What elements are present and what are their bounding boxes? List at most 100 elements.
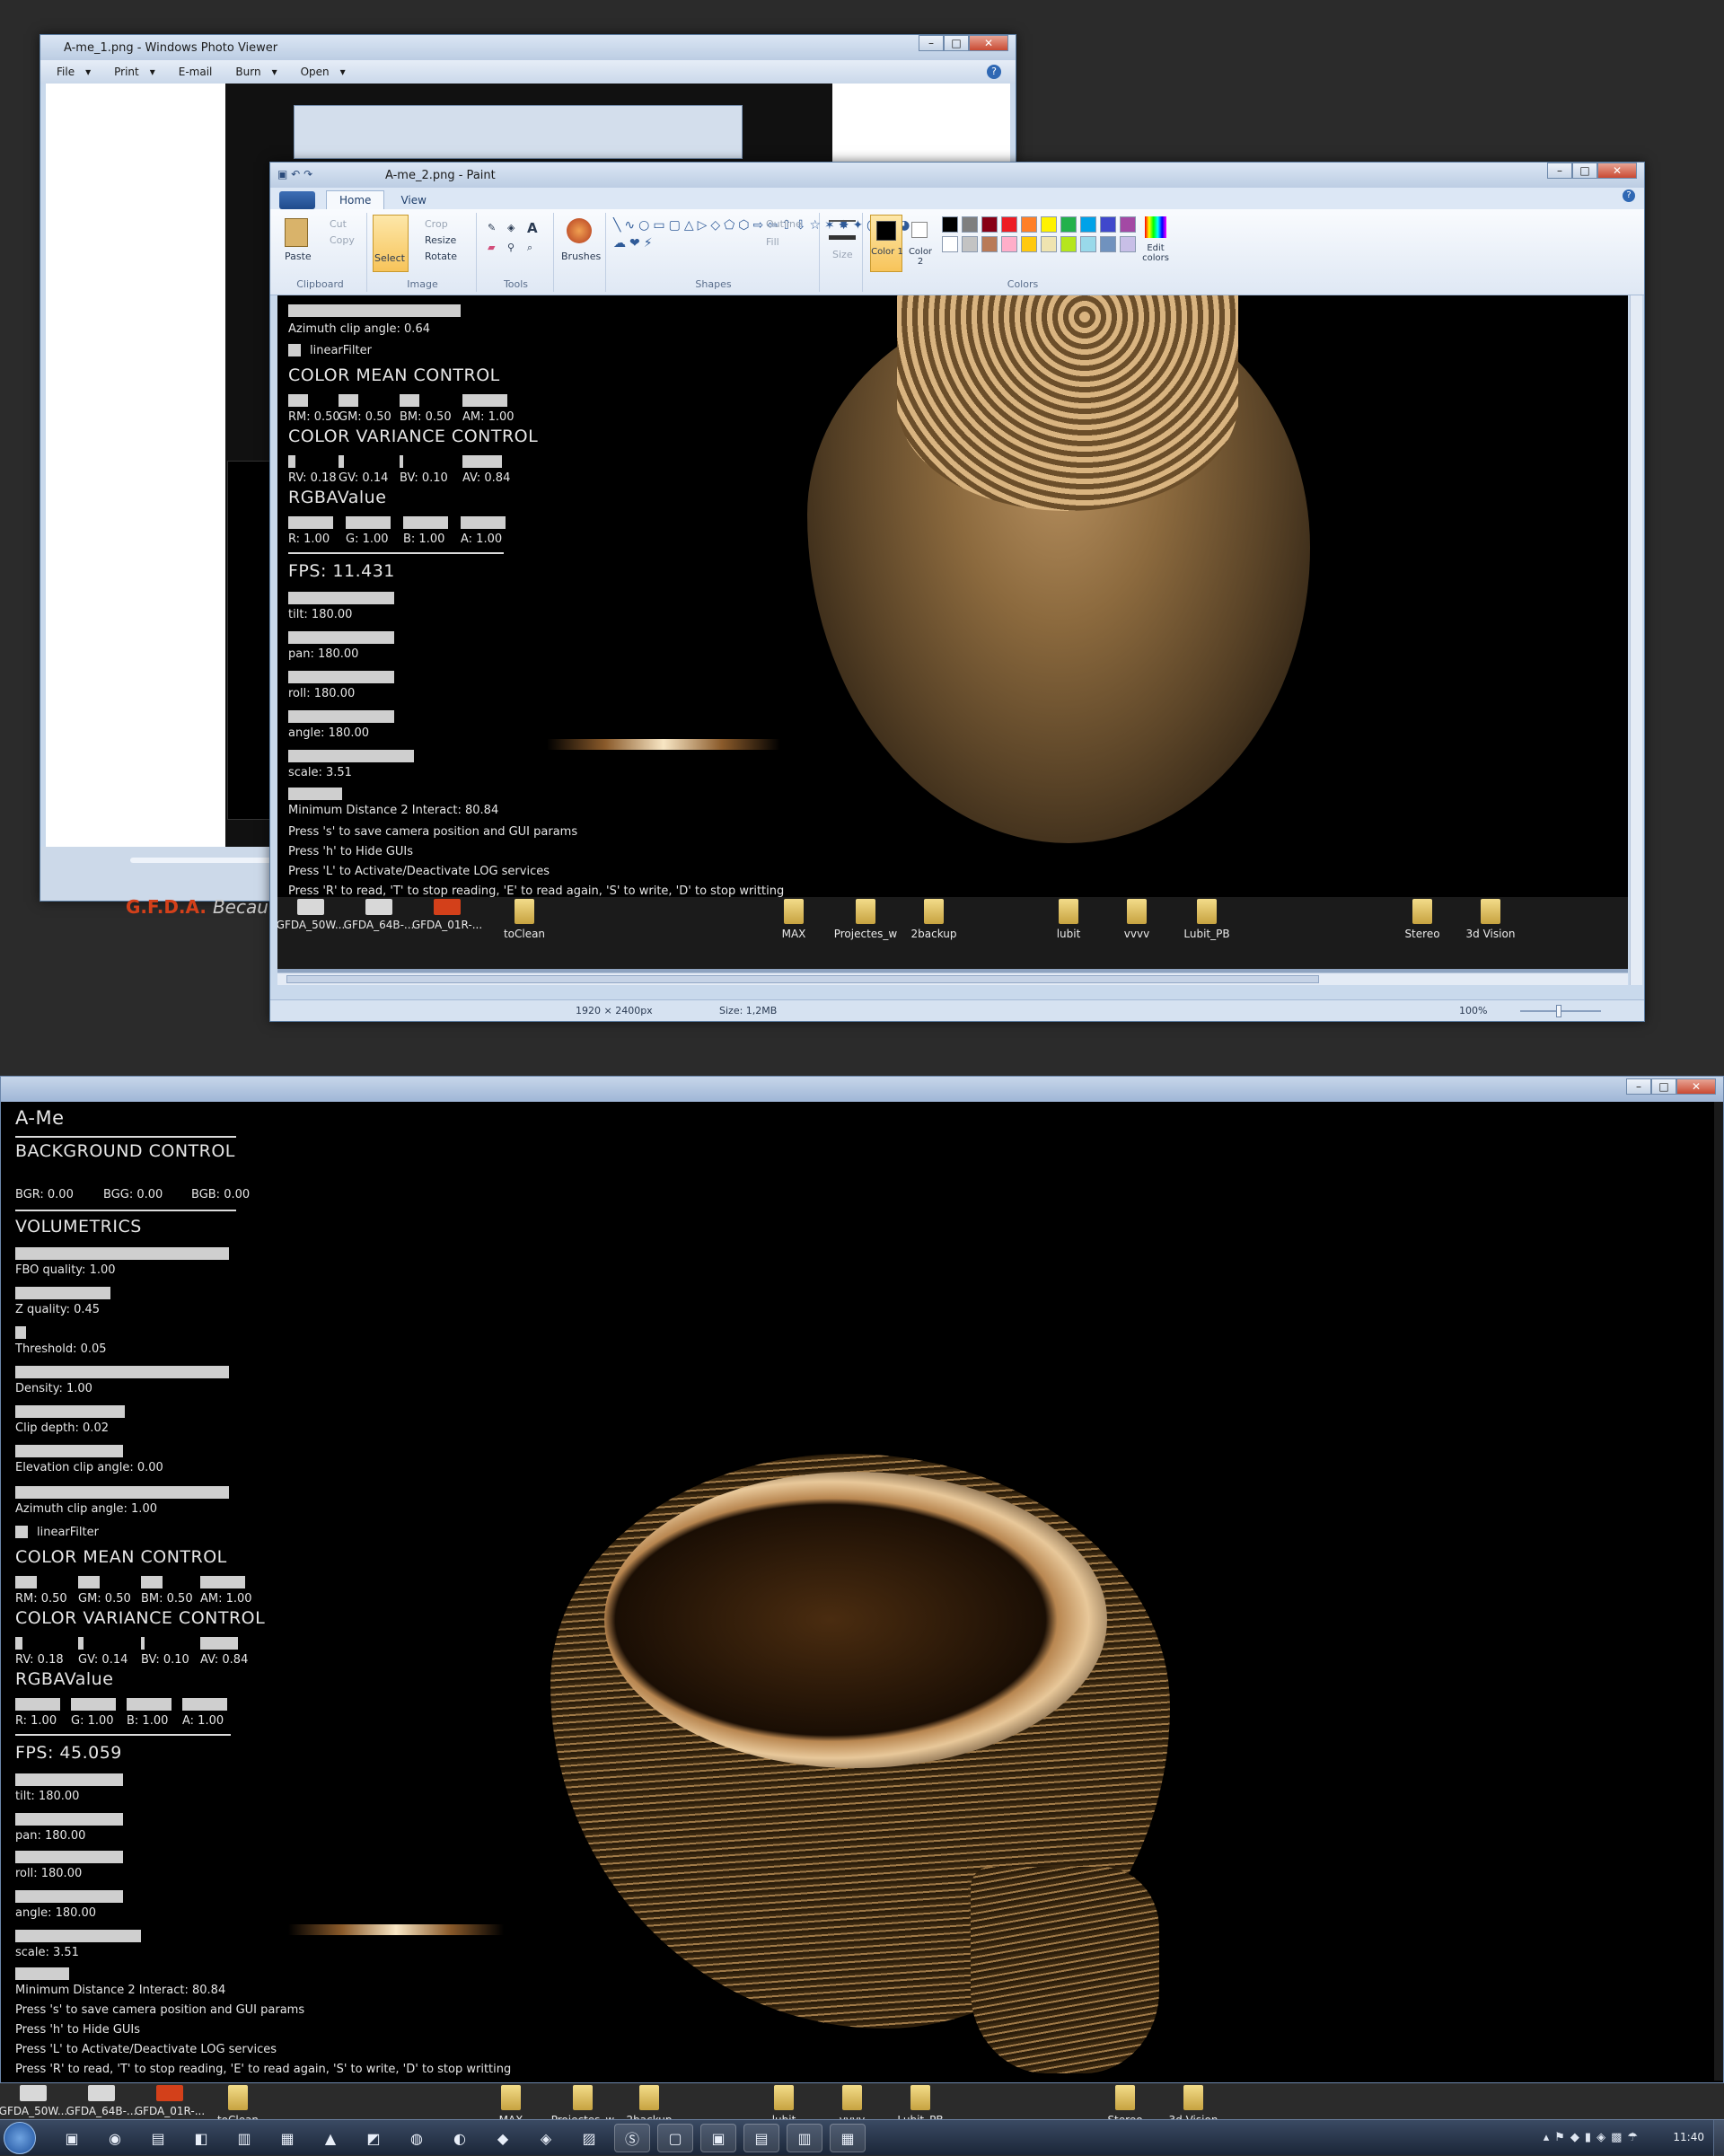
rm-slider[interactable] bbox=[15, 1576, 37, 1588]
fill-button[interactable]: Fill bbox=[766, 236, 779, 248]
resize-button[interactable]: Resize bbox=[425, 234, 456, 246]
density-slider[interactable] bbox=[15, 1366, 229, 1378]
z-quality-slider[interactable] bbox=[15, 1287, 110, 1299]
bv-slider[interactable] bbox=[141, 1637, 145, 1650]
copy-button[interactable]: Copy bbox=[330, 234, 355, 246]
rv-slider[interactable] bbox=[15, 1637, 22, 1650]
color-swatch[interactable] bbox=[1041, 236, 1057, 252]
desktop-icon[interactable]: Lubit_PB bbox=[1166, 899, 1247, 940]
azimuth-slider[interactable] bbox=[15, 1486, 229, 1499]
a-slider[interactable] bbox=[182, 1698, 227, 1711]
tilt-slider[interactable] bbox=[15, 1773, 123, 1786]
brush-icon[interactable] bbox=[567, 218, 592, 243]
elevation-slider[interactable] bbox=[15, 1445, 123, 1457]
maximize-button[interactable]: □ bbox=[1651, 1078, 1676, 1095]
linear-filter-checkbox[interactable] bbox=[288, 344, 301, 356]
cmd-icon[interactable]: ▦ bbox=[269, 2124, 305, 2152]
app-scrollbar[interactable] bbox=[1714, 1102, 1723, 2081]
fbo-quality-slider[interactable] bbox=[15, 1247, 229, 1260]
tab-view[interactable]: View bbox=[388, 191, 438, 209]
color-swatch[interactable] bbox=[1120, 216, 1136, 233]
color-swatch[interactable] bbox=[942, 236, 958, 252]
taskbar-app-13[interactable]: ▨ bbox=[571, 2124, 607, 2152]
horizontal-scrollbar[interactable] bbox=[277, 972, 1628, 985]
color-swatch[interactable] bbox=[1021, 236, 1037, 252]
av-slider[interactable] bbox=[200, 1637, 238, 1650]
minimize-button[interactable]: – bbox=[919, 35, 944, 51]
pan-slider[interactable] bbox=[15, 1813, 123, 1826]
roll-slider[interactable] bbox=[15, 1851, 123, 1863]
linear-filter-checkbox[interactable] bbox=[15, 1526, 28, 1538]
menu-file[interactable]: File bbox=[57, 66, 75, 78]
gv-slider[interactable] bbox=[78, 1637, 84, 1650]
firefox-icon[interactable]: ◉ bbox=[97, 2124, 133, 2152]
bm-slider[interactable] bbox=[141, 1576, 163, 1588]
taskbar-app-12[interactable]: ◈ bbox=[528, 2124, 564, 2152]
color-swatch[interactable] bbox=[1100, 216, 1116, 233]
color-swatch[interactable] bbox=[1001, 216, 1017, 233]
save-icon[interactable]: ▣ bbox=[277, 168, 287, 180]
edit-colors-button[interactable]: Edit colors bbox=[1138, 243, 1174, 263]
text-icon[interactable]: A bbox=[527, 220, 538, 236]
taskbar-app-8[interactable]: ◩ bbox=[356, 2124, 391, 2152]
taskbar-app-19[interactable]: ▦ bbox=[830, 2124, 866, 2152]
zoom-slider-thumb[interactable] bbox=[1556, 1005, 1561, 1017]
taskbar-app-5[interactable]: ▥ bbox=[226, 2124, 262, 2152]
zoom-slider[interactable] bbox=[1520, 1010, 1601, 1012]
color-swatch[interactable] bbox=[981, 216, 998, 233]
redo-icon[interactable]: ↷ bbox=[303, 168, 312, 180]
minimize-button[interactable]: – bbox=[1626, 1078, 1651, 1095]
menu-open[interactable]: Open bbox=[301, 66, 330, 78]
taskbar-app-9[interactable]: ◍ bbox=[399, 2124, 435, 2152]
clip-depth-slider[interactable] bbox=[15, 1405, 125, 1418]
cut-button[interactable]: Cut bbox=[330, 218, 347, 230]
r-slider[interactable] bbox=[15, 1698, 60, 1711]
color-swatch[interactable] bbox=[1060, 216, 1077, 233]
color-swatch[interactable] bbox=[1041, 216, 1057, 233]
desktop-icon[interactable]: vvvv bbox=[1096, 899, 1177, 940]
explorer-icon[interactable]: ▤ bbox=[140, 2124, 176, 2152]
color-swatch[interactable] bbox=[1021, 216, 1037, 233]
paint-app-menu-button[interactable] bbox=[279, 191, 315, 209]
threshold-slider[interactable] bbox=[15, 1326, 26, 1339]
color-swatch[interactable] bbox=[1100, 236, 1116, 252]
close-button[interactable]: ✕ bbox=[1597, 163, 1637, 179]
color-swatch[interactable] bbox=[1080, 236, 1096, 252]
show-desktop-button[interactable] bbox=[1713, 2120, 1724, 2156]
scale-slider[interactable] bbox=[15, 1930, 141, 1942]
close-button[interactable]: ✕ bbox=[969, 35, 1008, 51]
color-swatch[interactable] bbox=[1120, 236, 1136, 252]
color-swatch[interactable] bbox=[1080, 216, 1096, 233]
desktop-icon[interactable]: 2backup bbox=[893, 899, 974, 940]
am-slider[interactable] bbox=[200, 1576, 245, 1588]
minimize-button[interactable]: – bbox=[1547, 163, 1572, 179]
desktop-icon[interactable]: GFDA_01R-... bbox=[407, 899, 488, 931]
clock[interactable]: 11:40 bbox=[1673, 2131, 1704, 2143]
desktop-icon[interactable]: 3d Vision bbox=[1450, 899, 1531, 940]
min-distance-slider[interactable] bbox=[15, 1967, 69, 1980]
vertical-scrollbar[interactable] bbox=[1630, 295, 1642, 985]
outline-button[interactable]: Outline bbox=[766, 218, 802, 230]
dropbox-icon[interactable]: ◆ bbox=[485, 2124, 521, 2152]
vlc-icon[interactable]: ▲ bbox=[312, 2124, 348, 2152]
color-swatch[interactable] bbox=[942, 216, 958, 233]
help-icon[interactable]: ? bbox=[1623, 189, 1635, 202]
menu-print[interactable]: Print bbox=[114, 66, 139, 78]
taskbar-app-16[interactable]: ▣ bbox=[700, 2124, 736, 2152]
angle-slider[interactable] bbox=[15, 1890, 123, 1903]
brushes-button[interactable]: Brushes bbox=[561, 251, 601, 262]
skype-icon[interactable]: Ⓢ bbox=[614, 2124, 650, 2152]
color-swatch[interactable] bbox=[962, 236, 978, 252]
paste-button[interactable]: Paste bbox=[285, 251, 312, 262]
taskbar-app-4[interactable]: ◧ bbox=[183, 2124, 219, 2152]
eraser-icon[interactable]: ▰ bbox=[488, 242, 495, 253]
g-slider[interactable] bbox=[71, 1698, 116, 1711]
maximize-button[interactable]: □ bbox=[944, 35, 969, 51]
desktop-icon[interactable]: MAX bbox=[753, 899, 834, 940]
color-swatch[interactable] bbox=[962, 216, 978, 233]
taskbar-app-1[interactable]: ▣ bbox=[54, 2124, 90, 2152]
size-icon[interactable] bbox=[829, 220, 856, 240]
help-icon[interactable]: ? bbox=[987, 65, 1001, 79]
paint-canvas[interactable]: Azimuth clip angle: 0.64 linearFilter CO… bbox=[277, 295, 1628, 985]
gm-slider[interactable] bbox=[78, 1576, 100, 1588]
